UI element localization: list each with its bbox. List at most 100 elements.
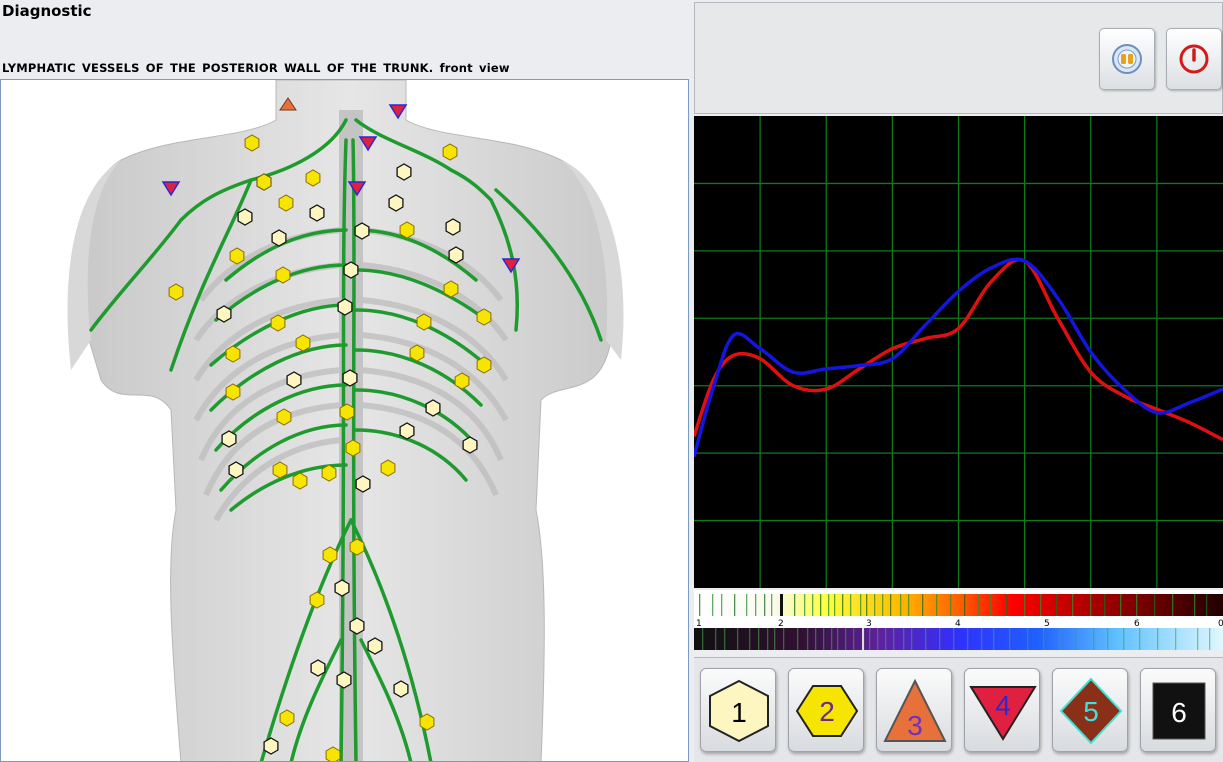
power-button[interactable]: [1166, 28, 1222, 90]
diagnostic-point-light[interactable]: [271, 229, 287, 247]
diagnostic-point-light[interactable]: [367, 637, 383, 655]
spectrum-tick-cool: [893, 628, 895, 650]
mode-button-4[interactable]: 4: [964, 668, 1040, 752]
diagnostic-point-light[interactable]: [286, 371, 302, 389]
mode-button-5[interactable]: 5: [1052, 668, 1128, 752]
spectrum-tick-warm: [860, 594, 862, 616]
spectrum-tick-cool: [845, 628, 847, 650]
diagnostic-point-yellow[interactable]: [270, 314, 286, 332]
diagnostic-point-light[interactable]: [393, 680, 409, 698]
square-icon: 6: [1152, 682, 1206, 740]
diagnostic-point-yellow[interactable]: [339, 403, 355, 421]
diagnostic-point-yellow[interactable]: [275, 266, 291, 284]
diagram-caption: LYMPHATIC VESSELS OF THE POSTERIOR WALL …: [2, 61, 510, 75]
diagnostic-point-light[interactable]: [425, 399, 441, 417]
diagnostic-point-yellow[interactable]: [295, 334, 311, 352]
diagnostic-point-yellow[interactable]: [399, 221, 415, 239]
spectrum-tick-cool: [831, 628, 833, 650]
spectrum-tick-warm: [1194, 594, 1196, 616]
diagnostic-point-light[interactable]: [349, 617, 365, 635]
diagnostic-point-yellow[interactable]: [322, 546, 338, 564]
diagnostic-point-yellow[interactable]: [443, 280, 459, 298]
spectrum-tick-warm: [1104, 594, 1106, 616]
spectrum-tick-warm: [828, 594, 830, 616]
diagnostic-point-light[interactable]: [343, 261, 359, 279]
spectrum-tick-warm: [734, 594, 736, 616]
diagnostic-point-yellow[interactable]: [272, 461, 288, 479]
diagnostic-point-yellow[interactable]: [442, 143, 458, 161]
mode-button-3[interactable]: 3: [876, 668, 952, 752]
diagnostic-point-yellow[interactable]: [454, 372, 470, 390]
triangle-down-icon: 4: [969, 686, 1037, 741]
diagnostic-window: Diagnostic LYMPHATIC VESSELS OF THE POST…: [0, 0, 1223, 762]
diagnostic-point-light[interactable]: [310, 659, 326, 677]
diagnostic-point-yellow[interactable]: [476, 308, 492, 326]
spectrum-tick-cool: [797, 628, 799, 650]
diagnostic-point-light[interactable]: [237, 208, 253, 226]
diagnostic-point-yellow[interactable]: [244, 134, 260, 152]
chart-grid: [694, 116, 1223, 588]
spectrum-tick-warm: [712, 594, 714, 616]
diagnostic-point-yellow[interactable]: [419, 713, 435, 731]
spectrum-tick-cool: [815, 628, 817, 650]
audio-button[interactable]: [1099, 28, 1155, 90]
diagnostic-point-light[interactable]: [336, 671, 352, 689]
diagnostic-point-yellow[interactable]: [309, 591, 325, 609]
diagnostic-point-light[interactable]: [342, 369, 358, 387]
diagnostic-point-yellow[interactable]: [345, 439, 361, 457]
spectrum-tick-warm: [890, 594, 892, 616]
spectrum-tick-cool: [1175, 628, 1177, 650]
spectrum-tick-cool: [1043, 628, 1045, 650]
window-title: Diagnostic: [2, 2, 92, 20]
mode-button-2[interactable]: 2: [788, 668, 864, 752]
diagnostic-point-light[interactable]: [355, 475, 371, 493]
spectrum-tick-cool: [823, 628, 825, 650]
diagnostic-point-light[interactable]: [354, 222, 370, 240]
diagnostic-point-light[interactable]: [399, 422, 415, 440]
diagnostic-point-light[interactable]: [448, 246, 464, 264]
diagnostic-point-yellow[interactable]: [278, 194, 294, 212]
diagnostic-point-light[interactable]: [309, 204, 325, 222]
diagnostic-point-light[interactable]: [216, 305, 232, 323]
cool-spectrum-bar: [694, 628, 1223, 650]
mode-button-1[interactable]: 1: [700, 668, 776, 752]
diagnostic-point-light[interactable]: [221, 430, 237, 448]
diagnostic-point-yellow[interactable]: [476, 356, 492, 374]
diagnostic-point-yellow[interactable]: [276, 408, 292, 426]
diagnostic-point-yellow[interactable]: [409, 344, 425, 362]
diagnostic-point-yellow[interactable]: [292, 472, 308, 490]
anatomy-diagram-panel: [0, 79, 689, 762]
diagnostic-point-yellow[interactable]: [416, 313, 432, 331]
diagnostic-point-light[interactable]: [462, 436, 478, 454]
diagnostic-point-light[interactable]: [388, 194, 404, 212]
diagnostic-point-light[interactable]: [337, 298, 353, 316]
spectrum-tick-cool: [903, 628, 905, 650]
spectrum-indicator: [780, 594, 783, 616]
diagnostic-point-yellow[interactable]: [325, 746, 341, 762]
diagnostic-point-yellow[interactable]: [380, 459, 396, 477]
diagnostic-point-light[interactable]: [228, 461, 244, 479]
spectrum-tick-cool: [807, 628, 809, 650]
diagnostic-point-yellow[interactable]: [225, 383, 241, 401]
diagnostic-point-yellow[interactable]: [229, 247, 245, 265]
diagnostic-point-yellow[interactable]: [256, 173, 272, 191]
diagnostic-point-light[interactable]: [334, 579, 350, 597]
spectrum-tick-cool: [981, 628, 983, 650]
audio-icon: [1112, 44, 1142, 74]
diagnostic-point-light[interactable]: [445, 218, 461, 236]
diagnostic-point-yellow[interactable]: [225, 345, 241, 363]
spectrum-tick-warm: [1006, 594, 1008, 616]
spectrum-tick-warm: [755, 594, 757, 616]
spectrum-tick-cool: [939, 628, 941, 650]
diagnostic-point-yellow[interactable]: [305, 169, 321, 187]
spectrum-tick-cool: [993, 628, 995, 650]
spectrum-tick-cool: [967, 628, 969, 650]
diagnostic-point-yellow[interactable]: [279, 709, 295, 727]
diagnostic-point-yellow[interactable]: [168, 283, 184, 301]
diagnostic-point-light[interactable]: [263, 737, 279, 755]
mode-button-6[interactable]: 6: [1140, 668, 1216, 752]
spectrum-tick-warm: [850, 594, 852, 616]
diagnostic-point-light[interactable]: [396, 163, 412, 181]
diagnostic-point-yellow[interactable]: [349, 538, 365, 556]
diagnostic-point-yellow[interactable]: [321, 464, 337, 482]
